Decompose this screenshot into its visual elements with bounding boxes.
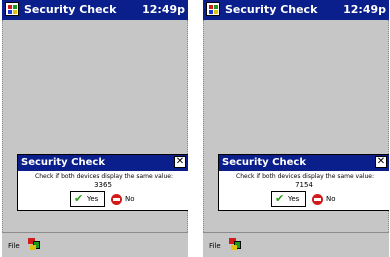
yes-button-label: Yes	[288, 195, 300, 203]
device-screen-right: Security Check 12:49p Security Check ✕ C…	[203, 0, 389, 257]
dialog-titlebar: Security Check ✕	[18, 155, 188, 171]
security-check-dialog: Security Check ✕ Check if both devices d…	[17, 154, 188, 211]
app-content: Security Check ✕ Check if both devices d…	[2, 20, 188, 232]
menu-bar: File	[2, 232, 188, 257]
dialog-message: Check if both devices display the same v…	[236, 173, 374, 180]
clock[interactable]: 12:49p	[343, 3, 386, 16]
stop-sign-icon	[312, 194, 323, 205]
clock[interactable]: 12:49p	[142, 3, 185, 16]
app-title: Security Check	[24, 3, 117, 16]
security-check-dialog: Security Check ✕ Check if both devices d…	[218, 154, 389, 211]
navigation-bar: Security Check 12:49p	[2, 0, 188, 20]
menu-bar: File	[203, 232, 389, 257]
yes-button-label: Yes	[87, 195, 99, 203]
verification-code: 3365	[94, 181, 112, 189]
screen-divider	[190, 0, 199, 257]
device-screen-left: Security Check 12:49p Security Check ✕ C…	[2, 0, 188, 257]
no-button[interactable]: No	[108, 191, 138, 207]
app-title: Security Check	[225, 3, 318, 16]
file-menu[interactable]: File	[209, 242, 221, 250]
dialog-title: Security Check	[222, 157, 306, 168]
yes-button[interactable]: ✔ Yes	[70, 191, 105, 207]
stop-sign-icon	[111, 194, 122, 205]
input-panel-icon[interactable]	[28, 238, 40, 250]
no-button[interactable]: No	[309, 191, 339, 207]
yes-button[interactable]: ✔ Yes	[271, 191, 306, 207]
verification-code: 7154	[295, 181, 313, 189]
dialog-message: Check if both devices display the same v…	[35, 173, 173, 180]
no-button-label: No	[125, 195, 135, 203]
dialog-title: Security Check	[21, 157, 105, 168]
no-button-label: No	[326, 195, 336, 203]
checkmark-icon: ✔	[275, 192, 285, 205]
input-panel-icon[interactable]	[229, 238, 241, 250]
close-icon[interactable]: ✕	[174, 156, 186, 168]
navigation-bar: Security Check 12:49p	[203, 0, 389, 20]
file-menu[interactable]: File	[8, 242, 20, 250]
app-content: Security Check ✕ Check if both devices d…	[203, 20, 389, 232]
windows-start-icon[interactable]	[5, 2, 19, 16]
windows-start-icon[interactable]	[206, 2, 220, 16]
close-icon[interactable]: ✕	[375, 156, 387, 168]
checkmark-icon: ✔	[74, 192, 84, 205]
dialog-titlebar: Security Check ✕	[219, 155, 389, 171]
